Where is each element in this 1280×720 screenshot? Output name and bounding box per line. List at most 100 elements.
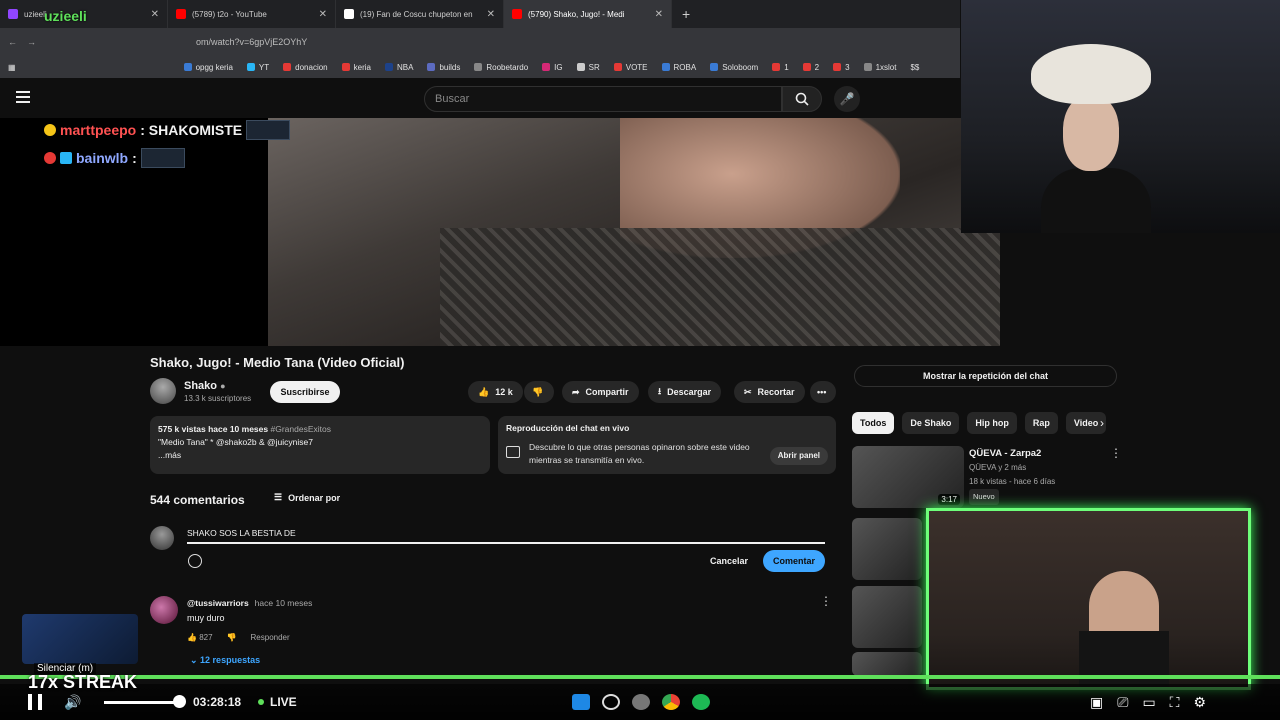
download-button[interactable]: ⭳ Descargar	[648, 381, 722, 403]
back-icon[interactable]: ←	[8, 37, 17, 47]
open-panel-button[interactable]: Abrir panel	[769, 447, 828, 465]
more-icon[interactable]: ⋮	[820, 594, 832, 608]
bookmark[interactable]: builds	[427, 63, 460, 72]
bookmark[interactable]: SR	[576, 63, 600, 72]
like-button[interactable]: 👍 827	[187, 633, 213, 642]
browser-tab[interactable]: (19) Fan de Coscu chupeton en ✕	[336, 0, 504, 28]
chip-all[interactable]: Todos	[852, 412, 895, 434]
bookmark[interactable]: Soloboom	[710, 63, 758, 72]
share-button[interactable]: ➦ Compartir	[562, 381, 639, 403]
x-icon	[344, 9, 354, 19]
more-actions-button[interactable]: •••	[810, 381, 836, 403]
bookmark[interactable]: 3	[833, 63, 850, 72]
thumbs-up-icon: 👍	[478, 386, 490, 397]
bookmark[interactable]: ROBA	[661, 63, 696, 72]
more-icon[interactable]: ⋮	[1110, 446, 1122, 460]
share-icon: ➦	[572, 386, 580, 397]
avatar[interactable]	[150, 378, 176, 404]
search-icon[interactable]	[602, 694, 620, 710]
volume-slider[interactable]	[104, 701, 180, 704]
recommended-channel: QÜEVA y 2 más	[969, 463, 1027, 472]
windows-start-icon[interactable]	[572, 694, 590, 710]
live-indicator[interactable]: LIVE	[258, 695, 297, 709]
emoji-icon[interactable]	[188, 554, 202, 568]
settings-icon[interactable]: ⚙	[1193, 694, 1206, 711]
forward-icon[interactable]: →	[27, 37, 36, 47]
bookmark[interactable]: 1	[772, 63, 789, 72]
player-right-controls: ▣ ⎚ ▭ ⛶ ⚙	[1090, 694, 1206, 711]
url-field[interactable]: om/watch?v=6gpVjE2OYhY	[196, 37, 307, 47]
fullscreen-icon[interactable]: ⛶	[1170, 694, 1180, 711]
chip-from-channel[interactable]: De Shako	[902, 412, 960, 434]
bookmark[interactable]: $$	[910, 63, 919, 72]
avatar[interactable]	[150, 596, 178, 624]
browser-tab[interactable]: (5789) t2o - YouTube ✕	[168, 0, 336, 28]
reply-button[interactable]: Responder	[251, 633, 290, 642]
app-icon[interactable]	[632, 694, 650, 710]
show-more-link[interactable]: ...más	[158, 449, 482, 462]
webcam-streamer	[961, 0, 1280, 233]
theater-mode-icon[interactable]: ▭	[1142, 694, 1155, 711]
sort-icon: ☰	[274, 492, 283, 502]
comment-input[interactable]: SHAKO SOS LA BESTIA DE	[187, 526, 825, 544]
close-icon[interactable]: ✕	[319, 9, 327, 20]
progress-bar[interactable]	[0, 675, 1280, 679]
dislike-button[interactable]: 👎	[524, 381, 554, 403]
microphone-icon[interactable]: 🎤	[834, 86, 860, 112]
spotify-icon[interactable]	[692, 694, 710, 710]
recommended-thumbnail[interactable]: 3:17	[852, 446, 964, 508]
chip-hip-hop[interactable]: Hip hop	[967, 412, 1017, 434]
volume-icon[interactable]: 🔊	[64, 694, 81, 711]
menu-icon[interactable]	[16, 91, 30, 103]
bookmark[interactable]: IG	[542, 63, 563, 72]
miniplayer-icon[interactable]: ▣	[1090, 694, 1103, 711]
cancel-button[interactable]: Cancelar	[704, 550, 754, 572]
recommended-thumbnail[interactable]	[852, 586, 922, 648]
verified-icon: ●	[220, 380, 226, 391]
recommended-thumbnail[interactable]	[852, 518, 922, 580]
bookmark[interactable]: VOTE	[613, 63, 648, 72]
recommended-thumbnail[interactable]	[852, 652, 922, 676]
apps-grid-icon[interactable]: ▦	[8, 63, 16, 72]
bookmark[interactable]: 1xslot	[863, 63, 896, 72]
bookmark[interactable]: opgg keria	[183, 63, 233, 72]
close-icon[interactable]: ✕	[487, 9, 495, 20]
bookmark[interactable]: 2	[802, 63, 819, 72]
recommended-info[interactable]: QÜEVA - Zarpa2 QÜEVA y 2 más 18 k vistas…	[969, 447, 1055, 505]
taskbar-icons	[572, 694, 710, 710]
replies-toggle[interactable]: ⌄ 12 respuestas	[190, 655, 260, 666]
description-box[interactable]: 575 k vistas hace 10 meses #GrandesExito…	[150, 416, 490, 474]
bookmark[interactable]: donacion	[283, 63, 328, 72]
cast-icon[interactable]: ⎚	[1117, 694, 1128, 711]
chat-user: marttpeepo	[60, 122, 137, 138]
subscribe-button[interactable]: Suscribirse	[270, 381, 340, 403]
chat-badge-icon	[44, 152, 56, 164]
chrome-icon[interactable]	[662, 694, 680, 710]
bookmark[interactable]: NBA	[384, 63, 413, 72]
channel-name[interactable]: Shako ●	[184, 380, 251, 392]
like-button[interactable]: 👍 12 k	[468, 381, 523, 403]
chip-rap[interactable]: Rap	[1024, 412, 1058, 434]
new-tab-button[interactable]: +	[682, 6, 690, 22]
clip-button[interactable]: ✂ Recortar	[734, 381, 805, 403]
comment-button[interactable]: Comentar	[763, 550, 825, 572]
bookmark[interactable]: Roobetardo	[474, 63, 528, 72]
search-button[interactable]	[782, 86, 822, 112]
comment-author[interactable]: @tussiwarriors hace 10 meses	[187, 598, 312, 608]
elapsed-time: 03:28:18	[193, 695, 242, 709]
browser-tab-active[interactable]: (5790) Shako, Jugo! - Medi ✕	[504, 0, 672, 28]
sort-button[interactable]: ☰ Ordenar por	[274, 492, 340, 503]
bookmark[interactable]: keria	[341, 63, 371, 72]
bookmarks-bar: ▦ opgg keria YT donacion keria NBA build…	[0, 56, 960, 78]
bookmark[interactable]: YT	[246, 63, 269, 72]
show-chat-replay-button[interactable]: Mostrar la repetición del chat	[854, 365, 1117, 387]
close-icon[interactable]: ✕	[655, 9, 663, 20]
streak-overlay: 17x STREAK	[28, 672, 138, 692]
search-input[interactable]: Buscar	[424, 86, 782, 112]
pause-button[interactable]	[28, 694, 42, 710]
subscriber-count: 13.3 k suscriptores	[184, 393, 252, 403]
thumbs-down-icon[interactable]: 👎	[227, 633, 237, 642]
close-icon[interactable]: ✕	[151, 9, 159, 20]
chevron-right-icon[interactable]: ›	[1100, 416, 1104, 430]
volume-slider-handle[interactable]	[173, 695, 186, 708]
